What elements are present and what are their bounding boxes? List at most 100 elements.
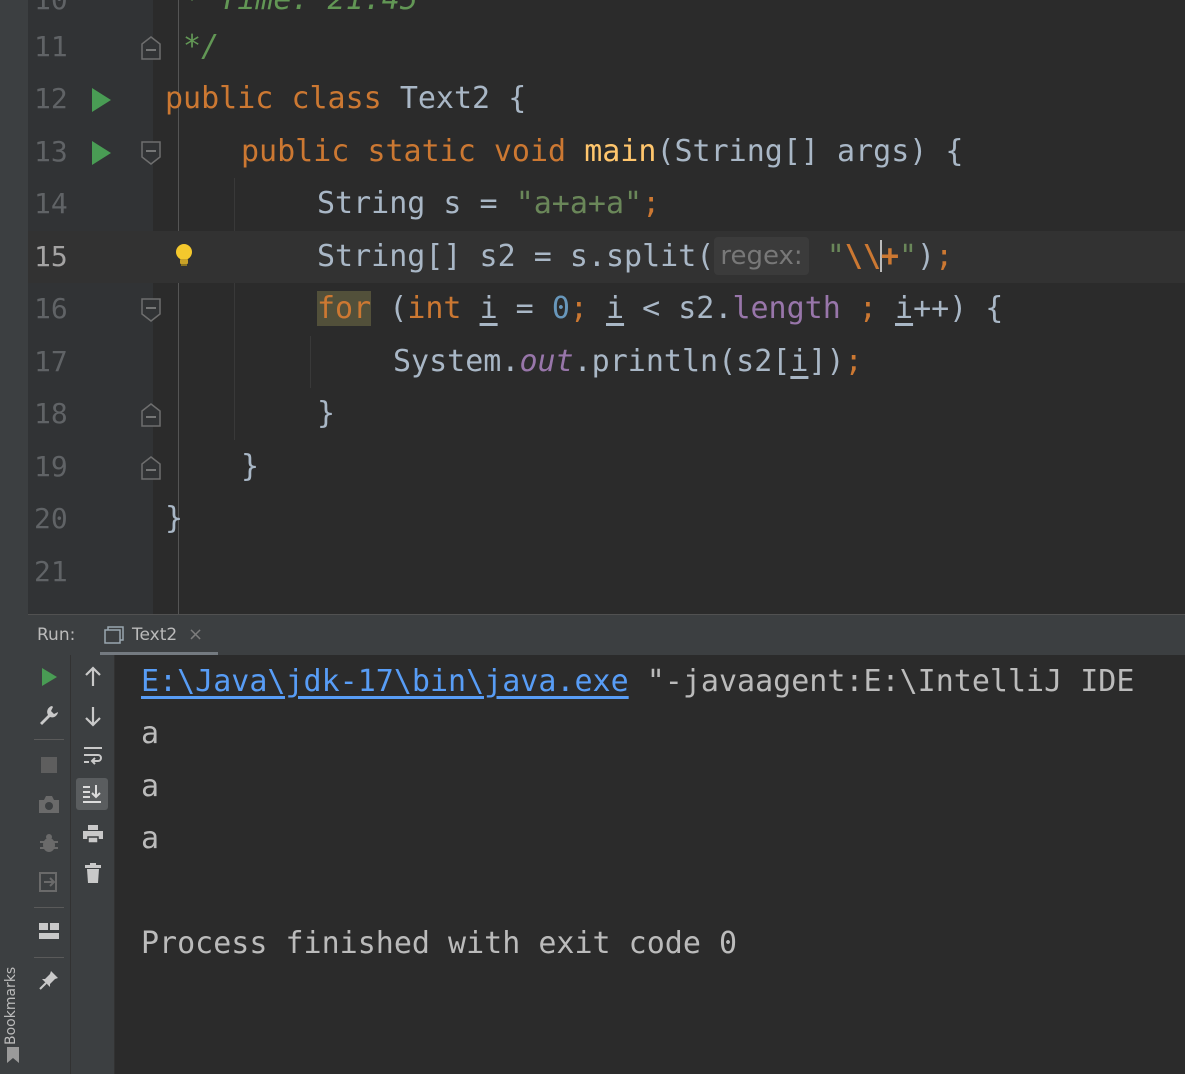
toolbar-separator: [34, 957, 64, 958]
static-field: out: [519, 344, 574, 379]
arrow-up-icon: [85, 666, 101, 686]
code-token: < s2.: [624, 291, 733, 326]
bookmarks-tab[interactable]: Bookmarks: [3, 967, 19, 1045]
wrench-icon: [40, 706, 58, 725]
scroll-up-button[interactable]: [77, 661, 109, 693]
run-toolbar-right: [71, 655, 115, 1074]
trash-icon: [85, 863, 101, 883]
line-number: 21: [34, 555, 68, 588]
fold-end-icon[interactable]: [140, 402, 162, 428]
toolbar-separator: [34, 739, 64, 740]
scroll-down-button[interactable]: [77, 700, 109, 732]
keyword: public: [241, 134, 350, 169]
semicolon: ;: [642, 186, 661, 221]
semicolon: ;: [569, 291, 606, 326]
play-icon: [42, 668, 57, 686]
tab-close-icon[interactable]: ×: [188, 624, 203, 645]
exception-breakpoints-button[interactable]: [33, 827, 65, 859]
code-text: String s = "a+a+a";: [317, 178, 660, 230]
method-name: main: [584, 134, 657, 169]
line-number: 16: [34, 292, 68, 325]
rerun-button[interactable]: [33, 661, 65, 693]
run-label: Run:: [37, 625, 76, 645]
line-number: 12: [34, 82, 68, 115]
semicolon: ;: [935, 239, 954, 274]
fold-start-icon[interactable]: [140, 140, 162, 166]
method-params: (String[] args) {: [656, 134, 964, 169]
exit-button[interactable]: [33, 866, 65, 898]
pin-tab-button[interactable]: [33, 964, 65, 996]
code-token: System.: [393, 344, 520, 379]
keyword: void: [493, 134, 567, 169]
line-number: 13: [34, 135, 68, 168]
code-editor[interactable]: 10 * Time: 21:45 11 */ 12 public class T…: [28, 0, 1185, 614]
parameter-hint: regex:: [714, 237, 809, 275]
semicolon: ;: [844, 344, 863, 379]
brace: {: [508, 81, 527, 116]
code-text: */: [165, 21, 219, 73]
code-token: String[] s2 = s.split(: [317, 239, 715, 274]
code-token: =: [497, 291, 552, 326]
code-line-11: 11 */: [28, 21, 1185, 73]
regex-plus: +: [880, 239, 899, 274]
line-number: 15: [34, 240, 68, 273]
soft-wrap-button[interactable]: [77, 739, 109, 771]
code-text: }: [241, 441, 259, 493]
exit-message: Process finished with exit code 0: [141, 926, 738, 961]
code-token: .println(s2[: [573, 344, 791, 379]
number-literal: 0: [551, 291, 570, 326]
code-line-17: 17 System.out.println(s2[i]);: [28, 336, 1185, 388]
code-token: ]): [808, 344, 845, 379]
code-line-12: 12 public class Text2 {: [28, 73, 1185, 125]
keyword: class: [291, 81, 382, 116]
console-output[interactable]: E:\Java\jdk-17\bin\java.exe "-javaagent:…: [115, 655, 1185, 1074]
modify-run-config-button[interactable]: [33, 699, 65, 731]
code-text: }: [317, 388, 335, 440]
console-command-line: E:\Java\jdk-17\bin\java.exe "-javaagent:…: [141, 656, 1134, 708]
code-text: for (int i = 0; i < s2.length ; i++) {: [317, 283, 1003, 335]
comment: * Time: 21:45: [165, 0, 418, 17]
run-main-icon[interactable]: [90, 140, 112, 166]
code-line-19: 19 }: [28, 441, 1185, 493]
print-button[interactable]: [77, 818, 109, 850]
variable: i: [479, 291, 498, 326]
toolbar-separator: [34, 907, 64, 908]
print-icon: [83, 825, 103, 844]
bookmark-icon: [7, 1047, 19, 1063]
variable: i: [790, 344, 809, 379]
lightbulb-icon[interactable]: [174, 243, 194, 267]
stop-button[interactable]: [33, 749, 65, 781]
keyword: public: [165, 81, 274, 116]
console-tab-icon: [104, 626, 124, 644]
keyword: static: [367, 134, 476, 169]
java-args: "-javaagent:E:\IntelliJ IDE: [628, 664, 1135, 699]
pin-icon: [39, 971, 58, 990]
run-toolbar-left: [28, 655, 71, 1074]
comment: */: [165, 29, 220, 64]
arrow-down-icon: [85, 707, 101, 727]
line-number: 11: [34, 30, 68, 63]
string-literal: "a+a+a": [515, 186, 643, 221]
code-text: public class Text2 {: [165, 73, 526, 125]
bug-icon: [40, 834, 58, 852]
code-text: public static void main(String[] args) {: [241, 126, 963, 178]
fold-end-icon[interactable]: [140, 455, 162, 481]
java-exe-link[interactable]: E:\Java\jdk-17\bin\java.exe: [141, 664, 629, 699]
brace: }: [317, 396, 336, 431]
code-token: String s =: [317, 186, 516, 221]
run-tab-text2[interactable]: Text2 ×: [100, 615, 218, 655]
fold-start-icon[interactable]: [140, 297, 162, 323]
scroll-to-end-icon: [83, 785, 101, 803]
code-line-21: 21: [28, 546, 1185, 598]
dump-threads-button[interactable]: [33, 788, 65, 820]
restore-layout-button[interactable]: [33, 915, 65, 947]
class-name: Text2: [399, 81, 491, 116]
variable: i: [895, 291, 914, 326]
brace: }: [165, 501, 184, 536]
code-line-13: 13 public static void main(String[] args…: [28, 126, 1185, 178]
fold-end-icon[interactable]: [140, 35, 162, 61]
run-class-icon[interactable]: [90, 87, 112, 113]
line-number: 18: [34, 397, 68, 430]
clear-all-button[interactable]: [77, 857, 109, 889]
scroll-to-end-button[interactable]: [76, 778, 108, 810]
